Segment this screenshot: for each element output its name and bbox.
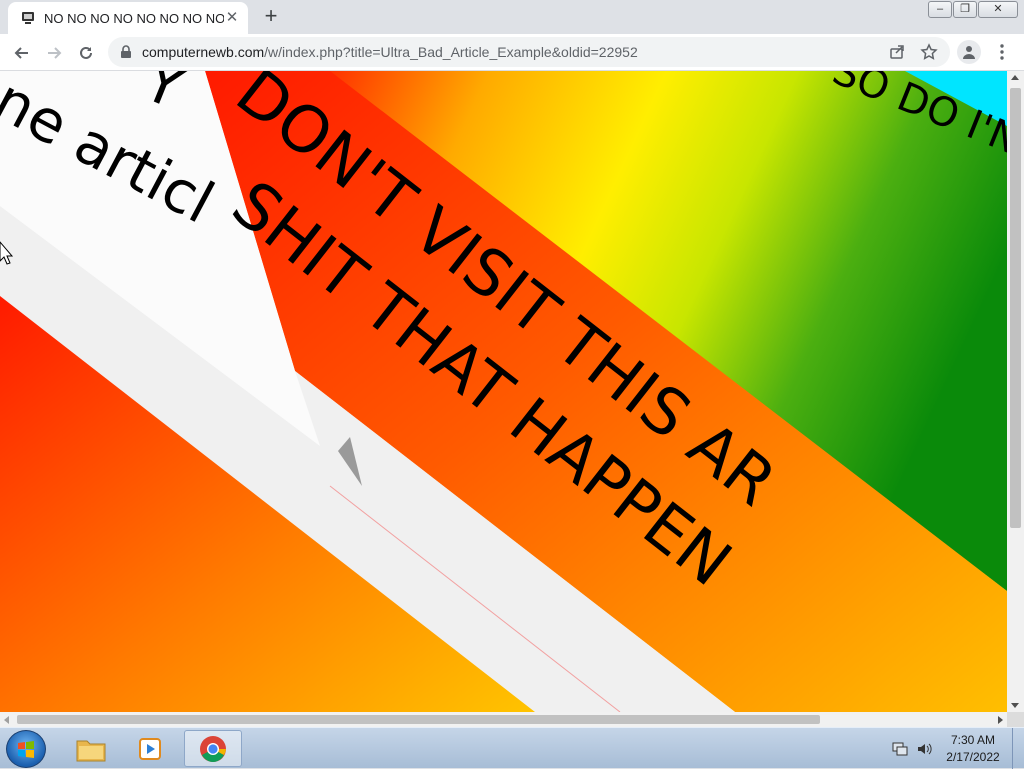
arrow-left-icon	[14, 47, 28, 59]
chrome-icon	[200, 735, 226, 762]
kebab-menu-icon	[1000, 44, 1004, 60]
horizontal-scroll-thumb[interactable]	[17, 715, 820, 724]
tab-title: NO NO NO NO NO NO NO NO	[44, 10, 224, 26]
back-button[interactable]	[8, 39, 36, 67]
horizontal-scrollbar[interactable]	[0, 712, 1007, 727]
show-desktop-button[interactable]	[1012, 728, 1024, 769]
scroll-corner	[1007, 712, 1024, 727]
system-tray: 7:30 AM 2/17/2022	[884, 728, 1024, 769]
reload-icon	[80, 46, 92, 59]
scroll-left-icon[interactable]	[4, 716, 9, 724]
profile-button[interactable]	[957, 40, 981, 64]
forward-button[interactable]	[40, 39, 68, 67]
network-icon[interactable]	[892, 741, 908, 757]
vertical-scroll-thumb[interactable]	[1010, 88, 1021, 528]
volume-icon[interactable]	[916, 741, 932, 757]
browser-tab[interactable]: NO NO NO NO NO NO NO NO ✕	[8, 2, 248, 34]
url-text: computernewb.com/w/index.php?title=Ultra…	[142, 44, 638, 60]
lock-icon	[121, 45, 131, 58]
url-host: computernewb.com	[142, 44, 265, 60]
clock-time[interactable]: 7:30 AM	[942, 733, 1004, 747]
new-tab-button[interactable]: +	[258, 4, 284, 30]
person-icon	[963, 46, 975, 59]
clock-date[interactable]: 2/17/2022	[942, 750, 1004, 764]
tab-strip: NO NO NO NO NO NO NO NO ✕ + ‒ ❐ ✕	[0, 0, 1024, 34]
media-player-icon	[139, 737, 161, 760]
page-canvas: Y ne articl DON'T VISIT THIS AR SHIT THA…	[0, 71, 1007, 712]
taskbar-chrome[interactable]	[184, 730, 242, 767]
computer-favicon-icon	[22, 12, 34, 24]
taskbar-file-explorer[interactable]	[62, 730, 120, 767]
share-icon[interactable]	[888, 43, 906, 61]
scroll-right-icon[interactable]	[998, 716, 1003, 724]
windows-logo-icon	[18, 741, 34, 758]
folder-icon	[76, 740, 106, 761]
close-window-button[interactable]: ✕	[978, 1, 1018, 18]
taskbar-media-player[interactable]	[122, 730, 180, 767]
reload-button[interactable]	[72, 39, 100, 67]
maximize-button[interactable]: ❐	[953, 1, 977, 18]
tab-close-icon[interactable]: ✕	[224, 10, 240, 26]
vertical-scrollbar[interactable]	[1007, 71, 1024, 712]
start-button[interactable]	[6, 730, 46, 768]
bookmark-star-icon[interactable]	[920, 43, 938, 61]
url-path: /w/index.php?title=Ultra_Bad_Article_Exa…	[264, 44, 638, 60]
taskbar: 7:30 AM 2/17/2022	[0, 727, 1024, 769]
scroll-down-icon[interactable]	[1011, 703, 1019, 708]
arrow-right-icon	[48, 47, 62, 59]
scroll-up-icon[interactable]	[1011, 75, 1019, 80]
minimize-button[interactable]: ‒	[928, 1, 952, 18]
browser-menu-button[interactable]	[990, 40, 1014, 64]
page-viewport[interactable]: Y ne articl DON'T VISIT THIS AR SHIT THA…	[0, 71, 1007, 712]
browser-toolbar: computernewb.com/w/index.php?title=Ultra…	[0, 34, 1024, 71]
address-bar[interactable]: computernewb.com/w/index.php?title=Ultra…	[108, 37, 950, 67]
